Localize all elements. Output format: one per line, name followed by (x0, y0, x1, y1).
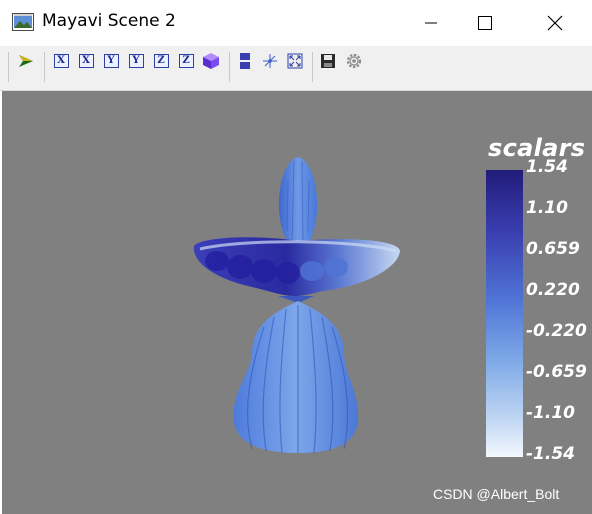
view-z-minus-button[interactable]: Z (151, 51, 171, 71)
view-y-minus-icon: Y (103, 54, 119, 68)
colorbar-label: -1.54 (526, 444, 575, 464)
colorbar-label: 0.659 (526, 239, 580, 259)
toolbar-separator (44, 52, 45, 82)
mayavi-logo-button[interactable] (16, 51, 36, 71)
colorbar-label: 1.54 (526, 157, 568, 177)
gear-icon (346, 53, 362, 69)
parallel-projection-button[interactable] (235, 51, 255, 71)
isometric-view-button[interactable] (201, 51, 221, 71)
projection-icon (240, 53, 250, 69)
colorbar-label: -0.659 (526, 362, 587, 382)
view-x-plus-icon: X (78, 54, 94, 68)
close-button[interactable] (532, 0, 578, 46)
axes-button[interactable] (260, 51, 280, 71)
maximize-icon (478, 16, 492, 30)
fullscreen-button[interactable] (285, 51, 305, 71)
toolbar-separator (229, 52, 230, 82)
view-z-plus-button[interactable]: Z (176, 51, 196, 71)
spherical-harmonic-surface[interactable] (2, 91, 422, 514)
view-z-minus-icon: Z (153, 54, 169, 68)
watermark: CSDN @Albert_Bolt (433, 486, 560, 502)
maximize-button[interactable] (462, 0, 508, 46)
save-button[interactable] (318, 51, 338, 71)
colorbar-label: -1.10 (526, 403, 575, 423)
configure-button[interactable] (344, 51, 364, 71)
axes-icon (263, 54, 277, 68)
view-x-minus-icon: X (53, 54, 69, 68)
toolbar-grip (8, 52, 9, 82)
mayavi-window: Mayavi Scene 2 X X Y Y Z Z scalars 1.54 … (0, 0, 592, 514)
minimize-button[interactable] (408, 0, 454, 46)
view-y-plus-icon: Y (128, 54, 144, 68)
colorbar (486, 170, 523, 457)
toolbar-separator (312, 52, 313, 82)
colorbar-label: 1.10 (526, 198, 568, 218)
view-y-plus-button[interactable]: Y (126, 51, 146, 71)
app-icon (12, 13, 34, 31)
view-z-plus-icon: Z (178, 54, 194, 68)
save-icon (321, 54, 335, 68)
minimize-icon (425, 22, 437, 24)
title-bar[interactable]: Mayavi Scene 2 (0, 0, 592, 46)
mayavi-logo-icon (19, 55, 33, 67)
cube-icon (203, 53, 219, 69)
window-title: Mayavi Scene 2 (42, 11, 176, 31)
scene-viewport[interactable]: scalars 1.54 1.10 0.659 0.220 -0.220 -0.… (2, 91, 592, 514)
colorbar-label: 0.220 (526, 280, 580, 300)
toolbar: X X Y Y Z Z (0, 46, 592, 91)
view-y-minus-button[interactable]: Y (101, 51, 121, 71)
fullscreen-icon (287, 53, 303, 69)
colorbar-label: -0.220 (526, 321, 587, 341)
close-icon (547, 15, 563, 31)
view-x-minus-button[interactable]: X (51, 51, 71, 71)
view-x-plus-button[interactable]: X (76, 51, 96, 71)
